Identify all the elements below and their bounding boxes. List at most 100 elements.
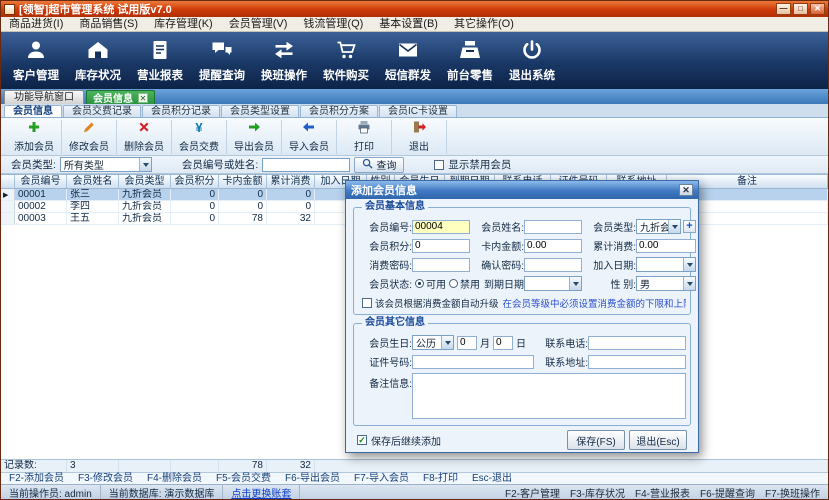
column-header[interactable]: 会员编号 (15, 175, 67, 188)
column-header[interactable]: 会员积分 (171, 175, 219, 188)
dialog-body: 会员基本信息 会员编号: 会员姓名: 会员类型: 九折会员 (346, 199, 698, 460)
subtab-type-settings[interactable]: 会员类型设置 (221, 105, 299, 117)
sub-tab-bar: 会员信息 会员交费记录 会员积分记录 会员类型设置 会员积分方案 会员IC卡设置 (1, 104, 828, 118)
show-disabled-checkbox[interactable] (434, 159, 445, 170)
add-member-button[interactable]: 添加会员 (7, 119, 62, 154)
sms-icon (396, 38, 420, 65)
birthday-month-input[interactable] (457, 335, 477, 350)
search-button[interactable]: 查询 (354, 156, 405, 173)
subtab-points-records[interactable]: 会员积分记录 (142, 105, 220, 117)
close-button[interactable]: ✕ (810, 3, 825, 15)
tab-close-icon[interactable]: ✕ (138, 92, 148, 103)
edit-icon (82, 120, 96, 137)
column-header[interactable]: 卡内金额 (219, 175, 267, 188)
menu-stock[interactable]: 库存管理(K) (146, 17, 221, 32)
member-type-select[interactable]: 所有类型 (59, 157, 152, 172)
subtab-points-scheme[interactable]: 会员积分方案 (300, 105, 378, 117)
column-header[interactable]: 会员姓名 (67, 175, 119, 188)
menu-bar: 商品进货(I) 商品销售(S) 库存管理(K) 会员管理(V) 钱流管理(Q) … (1, 17, 828, 32)
subtab-ic-card[interactable]: 会员IC卡设置 (379, 105, 457, 117)
add-member-dialog: 添加会员信息 ✕ 会员基本信息 会员编号: 会员姓名: 会员类型: (345, 180, 699, 453)
save-button[interactable]: 保存(FS) (567, 430, 625, 450)
menu-cashflow[interactable]: 钱流管理(Q) (295, 17, 371, 32)
toolbar-exit-button[interactable]: 退出系统 (501, 35, 563, 87)
toolbar-purchase-button[interactable]: 软件购买 (315, 35, 377, 87)
subtab-member-info[interactable]: 会员信息 (4, 105, 62, 117)
edit-member-button[interactable]: 修改会员 (62, 119, 117, 154)
address-input[interactable] (588, 354, 686, 369)
password-input[interactable] (412, 257, 470, 272)
column-header[interactable]: 会员类型 (119, 175, 171, 188)
menu-other[interactable]: 其它操作(O) (446, 17, 522, 32)
menu-sales[interactable]: 商品销售(S) (71, 17, 146, 32)
column-header[interactable]: 累计消费 (267, 175, 315, 188)
dialog-footer: 保存后继续添加 保存(FS) 退出(Esc) (353, 426, 691, 456)
calendar-type-select[interactable]: 公历 (412, 335, 454, 350)
menu-settings[interactable]: 基本设置(B) (371, 17, 446, 32)
password-label: 消费密码: (369, 261, 412, 272)
delete-member-button[interactable]: 删除会员 (117, 119, 172, 154)
confirm-password-label: 确认密码: (481, 261, 524, 272)
main-toolbar: 客户管理 库存状况 营业报表 提醒查询 换班操作 软件购买 短信群发 前台零售 (1, 32, 828, 89)
menu-purchase[interactable]: 商品进货(I) (1, 17, 71, 32)
status-enabled-radio[interactable] (415, 279, 424, 288)
toolbar-inventory-button[interactable]: 库存状况 (67, 35, 129, 87)
tab-nav-window[interactable]: 功能导航窗口 (4, 90, 84, 104)
add-icon (27, 120, 41, 137)
member-no-input[interactable] (412, 219, 470, 234)
dialog-title-bar: 添加会员信息 ✕ (346, 181, 698, 199)
export-members-button[interactable]: 导出会员 (227, 119, 282, 154)
app-icon (4, 3, 15, 15)
switch-account-link[interactable]: 点击更换账套 (223, 485, 301, 500)
add-member-type-button[interactable]: + (683, 220, 696, 233)
status-disabled-radio[interactable] (449, 279, 458, 288)
consume-input[interactable] (636, 238, 696, 253)
gender-select[interactable]: 男 (636, 276, 696, 291)
birthday-day-input[interactable] (493, 335, 513, 350)
member-name-input[interactable] (524, 219, 582, 234)
subtab-payment-records[interactable]: 会员交费记录 (63, 105, 141, 117)
toolbar-shift-button[interactable]: 换班操作 (253, 35, 315, 87)
member-payment-button[interactable]: ¥ 会员交费 (172, 119, 227, 154)
toolbar-customers-button[interactable]: 客户管理 (5, 35, 67, 87)
filter-bar: 会员类型: 所有类型 会员编号或姓名: 查询 显示禁用会员 (1, 156, 828, 174)
id-number-input[interactable] (412, 354, 534, 369)
auto-upgrade-checkbox[interactable] (362, 297, 372, 308)
row-selector-indicator (1, 201, 15, 212)
toolbar-report-button[interactable]: 营业报表 (129, 35, 191, 87)
confirm-password-input[interactable] (524, 257, 582, 272)
phone-input[interactable] (588, 335, 686, 350)
member-no-label: 会员编号: (369, 223, 412, 234)
cart-icon (334, 38, 358, 65)
report-icon (148, 38, 172, 65)
toolbar-reminder-button[interactable]: 提醒查询 (191, 35, 253, 87)
keyword-input[interactable] (262, 157, 351, 172)
join-date-select[interactable] (636, 257, 696, 272)
window-title: [领智]超市管理系统 试用版v7.0 (19, 4, 172, 16)
dialog-close-icon[interactable]: ✕ (679, 184, 693, 196)
import-members-button[interactable]: 导入会员 (282, 119, 337, 154)
minimize-button[interactable]: — (776, 3, 791, 15)
hotkey-hint: F2-客户管理 (505, 488, 560, 500)
member-type-select[interactable]: 九折会员 (636, 219, 681, 234)
toolbar-pos-button[interactable]: 前台零售 (439, 35, 501, 87)
continue-add-checkbox[interactable] (357, 435, 367, 445)
points-label: 会员积分: (369, 242, 412, 253)
chevron-down-icon (569, 277, 581, 290)
search-icon (362, 158, 373, 172)
remark-textarea[interactable] (412, 373, 686, 419)
menu-member[interactable]: 会员管理(V) (221, 17, 296, 32)
maximize-button[interactable]: □ (793, 3, 808, 15)
id-number-label: 证件号码: (369, 358, 412, 369)
tab-member-info[interactable]: 会员信息 ✕ (86, 90, 155, 105)
exit-button[interactable]: 退出 (392, 119, 447, 154)
card-amount-input[interactable] (524, 238, 582, 253)
dialog-exit-button[interactable]: 退出(Esc) (629, 430, 687, 450)
status-hotkeys: F2-客户管理 F3-库存状况 F4-营业报表 F6-提醒查询 F7-换班操作 (505, 485, 828, 500)
print-button[interactable]: 打印 (337, 119, 392, 154)
hotkey-hint: F2-添加会员 (9, 473, 64, 484)
points-input[interactable] (412, 238, 470, 253)
app-window: [领智]超市管理系统 试用版v7.0 — □ ✕ 商品进货(I) 商品销售(S)… (0, 0, 829, 500)
toolbar-sms-button[interactable]: 短信群发 (377, 35, 439, 87)
expire-date-select[interactable] (524, 276, 582, 291)
